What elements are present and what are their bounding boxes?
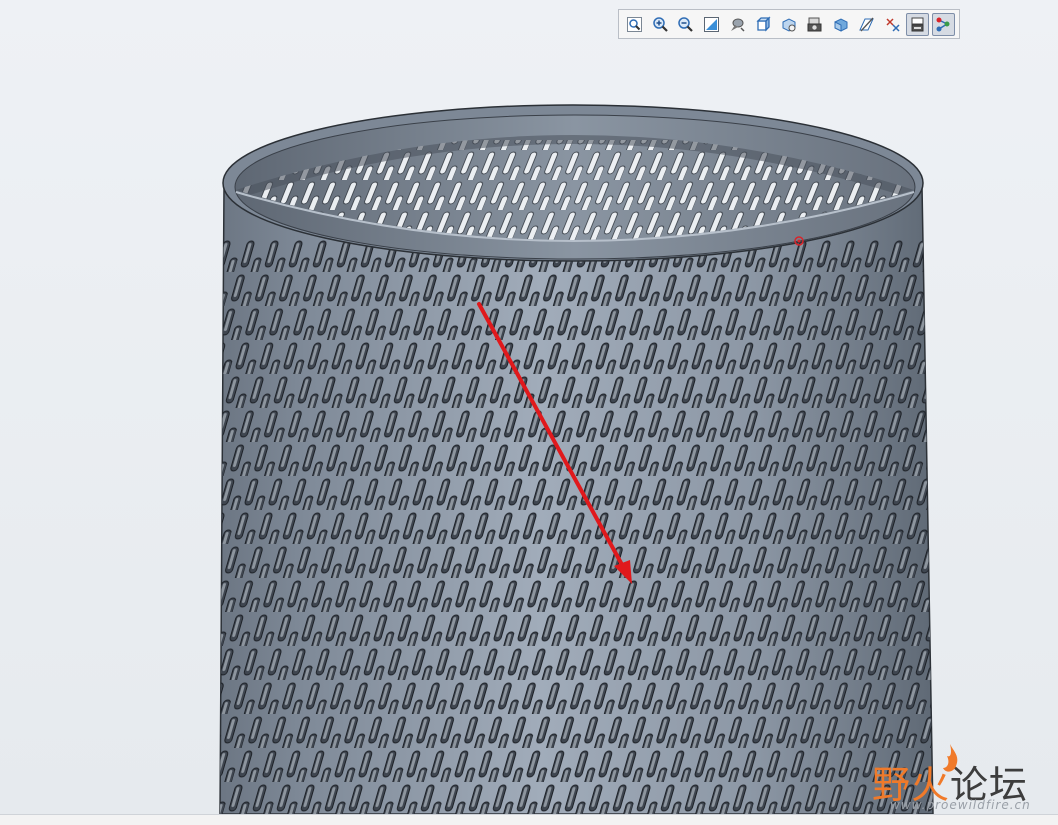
cylinder-rim[interactable] <box>222 104 924 262</box>
perspective-view-button[interactable] <box>803 13 826 36</box>
appearance-button[interactable] <box>829 13 852 36</box>
flame-icon <box>943 744 958 772</box>
zoom-to-fit-button[interactable] <box>623 13 646 36</box>
view-manager-button[interactable] <box>778 13 801 36</box>
model-tree-button[interactable] <box>932 12 955 36</box>
appearance-icon <box>834 17 848 32</box>
forum-watermark: 野火论坛 www.proewildfire.cn <box>872 744 1052 812</box>
perspective-view-icon <box>807 17 822 31</box>
display-style-button[interactable] <box>726 13 749 36</box>
saved-orientations-icon <box>756 15 771 32</box>
view-toolbar <box>618 9 960 39</box>
spin-center-button[interactable] <box>906 12 930 36</box>
saved-orientations-button[interactable] <box>752 13 775 36</box>
zoom-out-button[interactable] <box>675 13 698 36</box>
zoom-in-button[interactable] <box>649 13 672 36</box>
datum-display-button[interactable] <box>855 13 878 36</box>
model-canvas[interactable] <box>0 0 1058 824</box>
annotation-display-icon <box>886 17 900 32</box>
annotation-display-button[interactable] <box>881 13 904 36</box>
cylinder-body[interactable] <box>210 184 950 820</box>
status-strip <box>0 814 1058 825</box>
datum-display-icon <box>858 17 874 31</box>
display-style-icon <box>730 18 745 32</box>
repaint-button[interactable] <box>700 13 723 36</box>
zoom-out-icon <box>678 16 694 32</box>
spin-center-icon <box>911 17 924 31</box>
zoom-in-icon <box>652 16 668 32</box>
zoom-to-fit-icon <box>626 16 642 32</box>
repaint-icon <box>704 16 720 32</box>
watermark-url: www.proewildfire.cn <box>890 798 1031 812</box>
graphics-viewport[interactable]: 野火论坛 www.proewildfire.cn <box>0 0 1058 825</box>
view-manager-icon <box>782 17 796 32</box>
model-tree-icon <box>936 17 950 31</box>
